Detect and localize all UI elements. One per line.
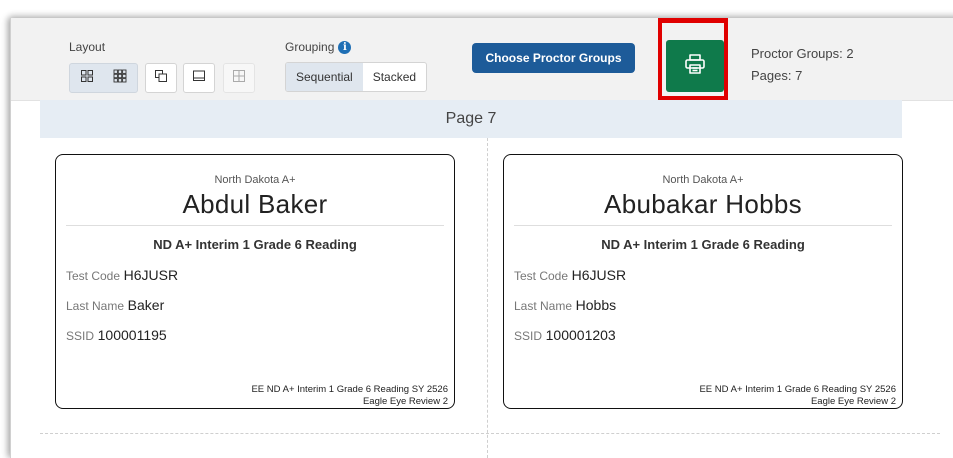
printer-icon bbox=[684, 53, 706, 80]
row-divider bbox=[40, 433, 940, 434]
copies-icon bbox=[154, 69, 168, 88]
quad-page-layout-button[interactable] bbox=[223, 63, 255, 93]
column-divider bbox=[487, 138, 488, 458]
ticket-test-code: Test Code H6JUSR bbox=[66, 267, 178, 283]
student-ticket-card: North Dakota A+ Abdul Baker ND A+ Interi… bbox=[55, 154, 455, 409]
grouping-sequential-option[interactable]: Sequential bbox=[286, 63, 363, 91]
ssid-label: SSID bbox=[514, 329, 543, 343]
last-name-value: Hobbs bbox=[575, 297, 617, 313]
info-icon[interactable]: i bbox=[338, 40, 352, 54]
ticket-test-name: ND A+ Interim 1 Grade 6 Reading bbox=[601, 237, 805, 252]
ticket-state: North Dakota A+ bbox=[214, 174, 296, 186]
quad-page-icon bbox=[232, 69, 246, 88]
ticket-divider bbox=[66, 225, 444, 226]
toolbar: Layout Grouping i Sequential Stacked Cho… bbox=[11, 18, 953, 101]
ticket-test-code: Test Code H6JUSR bbox=[514, 267, 626, 283]
ticket-last-name: Last Name Hobbs bbox=[514, 297, 616, 313]
ssid-value: 100001203 bbox=[545, 327, 616, 343]
grouping-label: Grouping i bbox=[285, 40, 352, 54]
ticket-divider bbox=[514, 225, 892, 226]
ticket-footer-line2: Eagle Eye Review 2 bbox=[362, 396, 448, 407]
last-name-label: Last Name bbox=[514, 299, 573, 313]
summary-stats: Proctor Groups: 2 Pages: 7 bbox=[751, 43, 854, 87]
proctor-groups-count: Proctor Groups: 2 bbox=[751, 46, 854, 61]
layout-group-selected bbox=[69, 63, 138, 93]
test-code-label: Test Code bbox=[514, 269, 569, 283]
last-name-value: Baker bbox=[127, 297, 165, 313]
ssid-label: SSID bbox=[66, 329, 95, 343]
copies-layout-button[interactable] bbox=[145, 63, 177, 93]
ticket-footer-line1: EE ND A+ Interim 1 Grade 6 Reading SY 25… bbox=[251, 384, 448, 395]
single-page-layout-button[interactable] bbox=[183, 63, 215, 93]
ticket-test-name: ND A+ Interim 1 Grade 6 Reading bbox=[153, 237, 357, 252]
choose-proctor-groups-button[interactable]: Choose Proctor Groups bbox=[472, 43, 635, 73]
test-code-value: H6JUSR bbox=[571, 267, 627, 283]
single-page-icon bbox=[192, 69, 206, 88]
pages-count: Pages: 7 bbox=[751, 68, 803, 83]
layout-label: Layout bbox=[69, 40, 106, 54]
last-name-label: Last Name bbox=[66, 299, 125, 313]
ticket-student-name: Abdul Baker bbox=[182, 189, 328, 219]
ticket-student-name: Abubakar Hobbs bbox=[604, 189, 802, 219]
print-preview-panel: Layout Grouping i Sequential Stacked Cho… bbox=[10, 18, 953, 458]
ticket-ssid: SSID 100001195 bbox=[66, 327, 167, 343]
grouping-toggle: Sequential Stacked bbox=[285, 62, 428, 92]
grid-3x3-icon[interactable] bbox=[113, 69, 127, 88]
grouping-stacked-option[interactable]: Stacked bbox=[363, 63, 426, 91]
ticket-footer-line2: Eagle Eye Review 2 bbox=[810, 396, 896, 407]
student-ticket-card: North Dakota A+ Abubakar Hobbs ND A+ Int… bbox=[503, 154, 903, 409]
ssid-value: 100001195 bbox=[97, 327, 167, 343]
ticket-ssid: SSID 100001203 bbox=[514, 327, 616, 343]
print-button[interactable] bbox=[666, 40, 724, 92]
test-code-label: Test Code bbox=[66, 269, 121, 283]
ticket-footer: EE ND A+ Interim 1 Grade 6 Reading SY 25… bbox=[251, 384, 448, 408]
ticket-footer-line1: EE ND A+ Interim 1 Grade 6 Reading SY 25… bbox=[699, 384, 896, 395]
ticket-last-name: Last Name Baker bbox=[66, 297, 164, 313]
print-button-highlight bbox=[658, 18, 728, 100]
grid-2x2-icon[interactable] bbox=[80, 69, 94, 88]
ticket-footer: EE ND A+ Interim 1 Grade 6 Reading SY 25… bbox=[699, 384, 896, 408]
test-code-value: H6JUSR bbox=[123, 267, 179, 283]
grouping-label-text: Grouping bbox=[285, 40, 335, 54]
ticket-state: North Dakota A+ bbox=[662, 174, 744, 186]
page-header: Page 7 bbox=[40, 100, 902, 138]
